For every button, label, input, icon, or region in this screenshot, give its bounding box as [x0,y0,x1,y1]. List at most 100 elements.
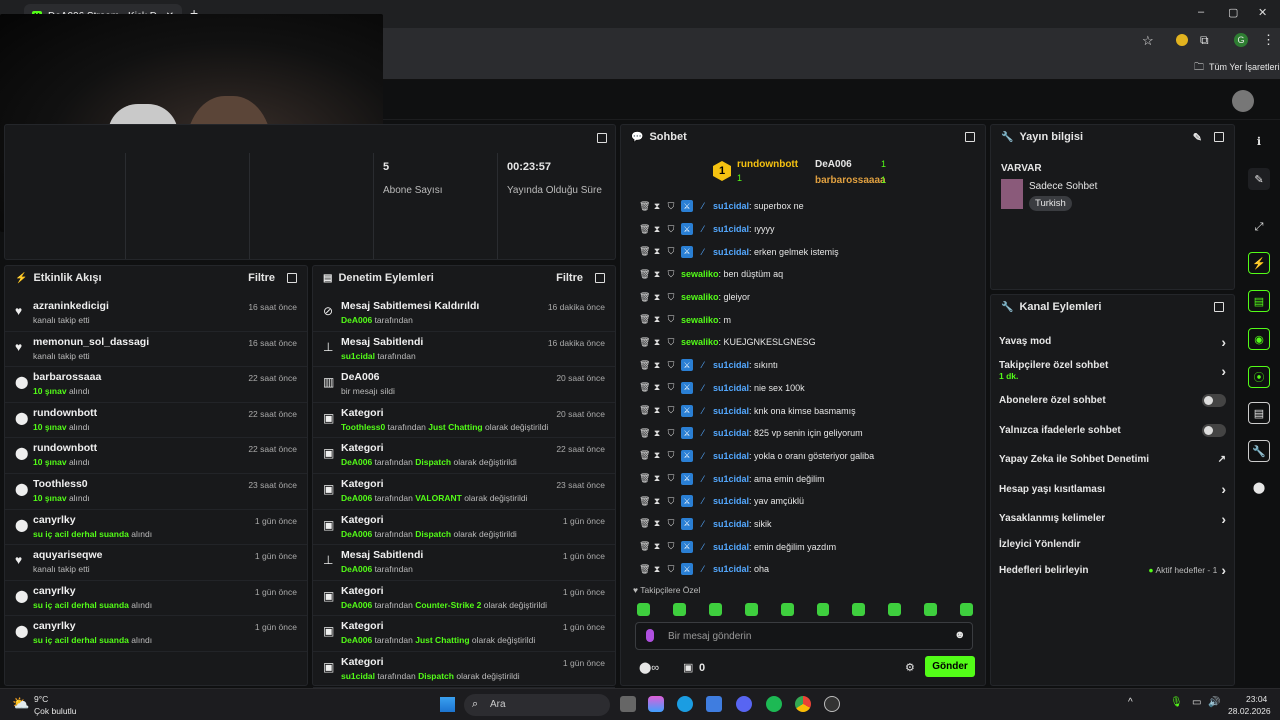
obs-icon[interactable] [824,696,840,712]
category-name[interactable]: Sadece Sohbet [1029,181,1097,192]
timeout-icon[interactable]: ⧗ [653,337,661,348]
store-icon[interactable] [706,696,722,712]
chat-username[interactable]: su1cidal [713,564,749,574]
activity-user[interactable]: aquyariseqwe [33,549,255,561]
ban-icon[interactable]: ⛉ [667,269,675,280]
chat-username[interactable]: su1cidal [713,474,749,484]
maximize-icon[interactable]: ▢ [1228,6,1238,19]
emote[interactable] [672,603,686,616]
emote[interactable] [852,603,866,616]
profile-avatar[interactable]: G [1234,33,1248,47]
activity-user[interactable]: rundownbott [33,407,248,419]
browser-menu-icon[interactable]: ⋮ [1262,32,1275,48]
popout-icon[interactable] [597,133,607,143]
extensions-puzzle-icon[interactable]: ⧉ [1200,33,1209,48]
timeout-icon[interactable]: ⧗ [653,314,661,325]
popout-icon[interactable] [595,273,605,283]
moderation-filter-button[interactable]: Filtre [556,272,583,284]
ban-icon[interactable]: ⛉ [667,337,675,348]
chat-bubble-icon[interactable]: ◉ [1248,328,1270,350]
emote[interactable] [960,603,974,616]
expand-icon[interactable]: ⤢ [1248,216,1270,238]
chat-input[interactable]: Bir mesaj gönderin ☻ [635,622,973,650]
delete-icon[interactable]: 🗑 [639,337,650,348]
wifi-icon[interactable]: ▭ [1192,697,1201,708]
broadcast-icon[interactable]: ⦿ [1248,366,1270,388]
timeout-icon[interactable]: ⧗ [653,292,661,303]
activity-user[interactable]: canyrlky [33,514,255,526]
ban-icon[interactable]: ⛉ [667,518,675,529]
ban-icon[interactable]: ⛉ [667,428,675,439]
chat-username[interactable]: sewaliko [681,269,719,279]
moderator-name[interactable]: Toothless0 [341,422,385,432]
followers-only-row[interactable]: Takipçilere özel sohbet 1 dk. › [991,357,1234,387]
delete-icon[interactable]: 🗑 [639,292,650,303]
all-bookmarks-link[interactable]: Tüm Yer İşaretleri [1209,62,1280,72]
activity-user[interactable]: rundownbott [33,442,248,454]
chat-username[interactable]: su1cidal [713,451,749,461]
emotes-only-toggle[interactable] [1202,423,1226,437]
extension-icon[interactable] [1176,34,1188,46]
timeout-icon[interactable]: ⧗ [653,473,661,484]
timeout-icon[interactable]: ⧗ [653,405,661,416]
delete-icon[interactable]: 🗑 [639,405,650,416]
chat-username[interactable]: sewaliko [681,315,719,325]
emote[interactable] [888,603,902,616]
chat-username[interactable]: su1cidal [713,247,749,257]
points-icon[interactable]: ⬤ [1248,476,1270,498]
moderator-name[interactable]: DeA006 [341,600,372,610]
subs-only-toggle[interactable] [1202,394,1226,408]
send-button[interactable]: Gönder [925,656,975,677]
timeout-icon[interactable]: ⧗ [653,382,661,393]
points-icon[interactable]: ⬤∞ [639,661,659,674]
first-leader-name[interactable]: rundownbott [737,159,798,170]
timeout-icon[interactable]: ⧗ [653,518,661,529]
settings-icon[interactable]: ⚙ [905,661,915,674]
delete-icon[interactable]: 🗑 [639,269,650,280]
goals-row[interactable]: Hedefleri belirleyin ● Aktif hedefler - 1… [991,556,1234,586]
spotify-icon[interactable] [766,696,782,712]
timeout-icon[interactable]: ⧗ [653,246,661,257]
emote[interactable] [637,603,650,616]
chat-username[interactable]: sewaliko [681,292,719,302]
emote[interactable] [744,603,758,616]
delete-icon[interactable]: 🗑 [639,360,650,371]
edge-icon[interactable] [677,696,693,712]
ban-icon[interactable]: ⛉ [667,246,675,257]
activity-user[interactable]: memonun_sol_dassagi [33,336,248,348]
chat-username[interactable]: su1cidal [713,383,749,393]
ban-icon[interactable]: ⛉ [667,201,675,212]
chat-username[interactable]: su1cidal [713,360,749,370]
activity-user[interactable]: Toothless0 [33,478,248,490]
minimize-icon[interactable]: – [1198,6,1204,18]
redirect-viewers-row[interactable]: İzleyici Yönlendir [991,534,1234,556]
activity-user[interactable]: azraninkedicigi [33,300,248,312]
ban-icon[interactable]: ⛉ [667,541,675,552]
timeout-icon[interactable]: ⧗ [653,269,661,280]
moderation-list-icon[interactable]: ▤ [1248,402,1270,424]
delete-icon[interactable]: 🗑 [639,518,650,529]
chat-username[interactable]: su1cidal [713,428,749,438]
third-leader-name[interactable]: barbarossaaaa [815,175,886,186]
discord-icon[interactable] [736,696,752,712]
mic-icon[interactable] [646,629,654,642]
chrome-icon[interactable] [795,696,811,712]
ban-icon[interactable]: ⛉ [667,473,675,484]
delete-icon[interactable]: 🗑 [639,496,650,507]
clock-date[interactable]: 28.02.2026 [1228,706,1271,716]
ban-icon[interactable]: ⛉ [667,292,675,303]
windows-start-icon[interactable] [440,697,455,712]
moderator-name[interactable]: su1cidal [341,351,375,361]
slow-mode-row[interactable]: Yavaş mod › [991,327,1234,357]
ban-icon[interactable]: ⛉ [667,360,675,371]
chat-username[interactable]: su1cidal [713,542,749,552]
timeout-icon[interactable]: ⧗ [653,450,661,461]
activity-user[interactable]: canyrlky [33,620,255,632]
ban-icon[interactable]: ⛉ [667,496,675,507]
popout-icon[interactable] [1214,302,1224,312]
bolt-icon[interactable]: ⚡ [1248,252,1270,274]
activity-user[interactable]: canyrlky [33,585,255,597]
ban-icon[interactable]: ⛉ [667,382,675,393]
timeout-icon[interactable]: ⧗ [653,224,661,235]
activity-filter-button[interactable]: Filtre [248,272,275,284]
